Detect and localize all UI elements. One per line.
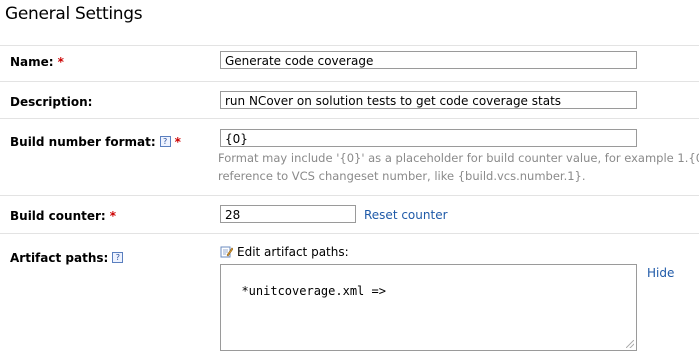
build-number-format-label-group: Build number format:? * (10, 135, 181, 149)
artifact-paths-label-group: Artifact paths:? (10, 251, 124, 265)
required-marker: * (57, 55, 64, 69)
build-number-format-input[interactable]: {0} (220, 129, 637, 147)
name-input[interactable]: Generate code coverage (220, 51, 637, 69)
divider (0, 45, 699, 46)
description-input[interactable]: run NCover on solution tests to get code… (220, 91, 637, 109)
edit-artifact-paths[interactable]: Edit artifact paths: (220, 245, 349, 259)
required-marker: * (109, 209, 116, 223)
required-marker: * (174, 135, 181, 149)
build-number-format-hint-line1: Format may include '{0}' as a placeholde… (218, 151, 699, 165)
build-counter-label: Build counter: (10, 209, 106, 223)
build-counter-input[interactable]: 28 (220, 205, 356, 223)
artifact-paths-label: Artifact paths: (10, 251, 109, 265)
resize-grip-icon[interactable] (626, 340, 634, 348)
divider (0, 118, 699, 119)
artifact-paths-text: *unitcoverage.xml => (241, 284, 386, 298)
name-label: Name: (10, 55, 54, 69)
build-counter-label-group: Build counter: * (10, 209, 116, 223)
reset-counter-link[interactable]: Reset counter (364, 208, 448, 222)
hide-link[interactable]: Hide (647, 266, 674, 280)
artifact-paths-textarea[interactable]: *unitcoverage.xml => (220, 264, 637, 351)
description-label: Description: (10, 95, 93, 109)
build-number-format-hint-line2: reference to VCS changeset number, like … (218, 169, 586, 183)
build-number-format-label: Build number format: (10, 135, 156, 149)
divider (0, 195, 699, 196)
edit-artifact-paths-label: Edit artifact paths: (237, 245, 349, 259)
help-icon[interactable]: ? (159, 136, 171, 147)
name-label-group: Name: * (10, 55, 64, 69)
page-title: General Settings (5, 4, 143, 24)
edit-pencil-icon (220, 245, 234, 258)
divider (0, 81, 699, 82)
help-icon[interactable]: ? (112, 252, 124, 263)
divider (0, 233, 699, 234)
